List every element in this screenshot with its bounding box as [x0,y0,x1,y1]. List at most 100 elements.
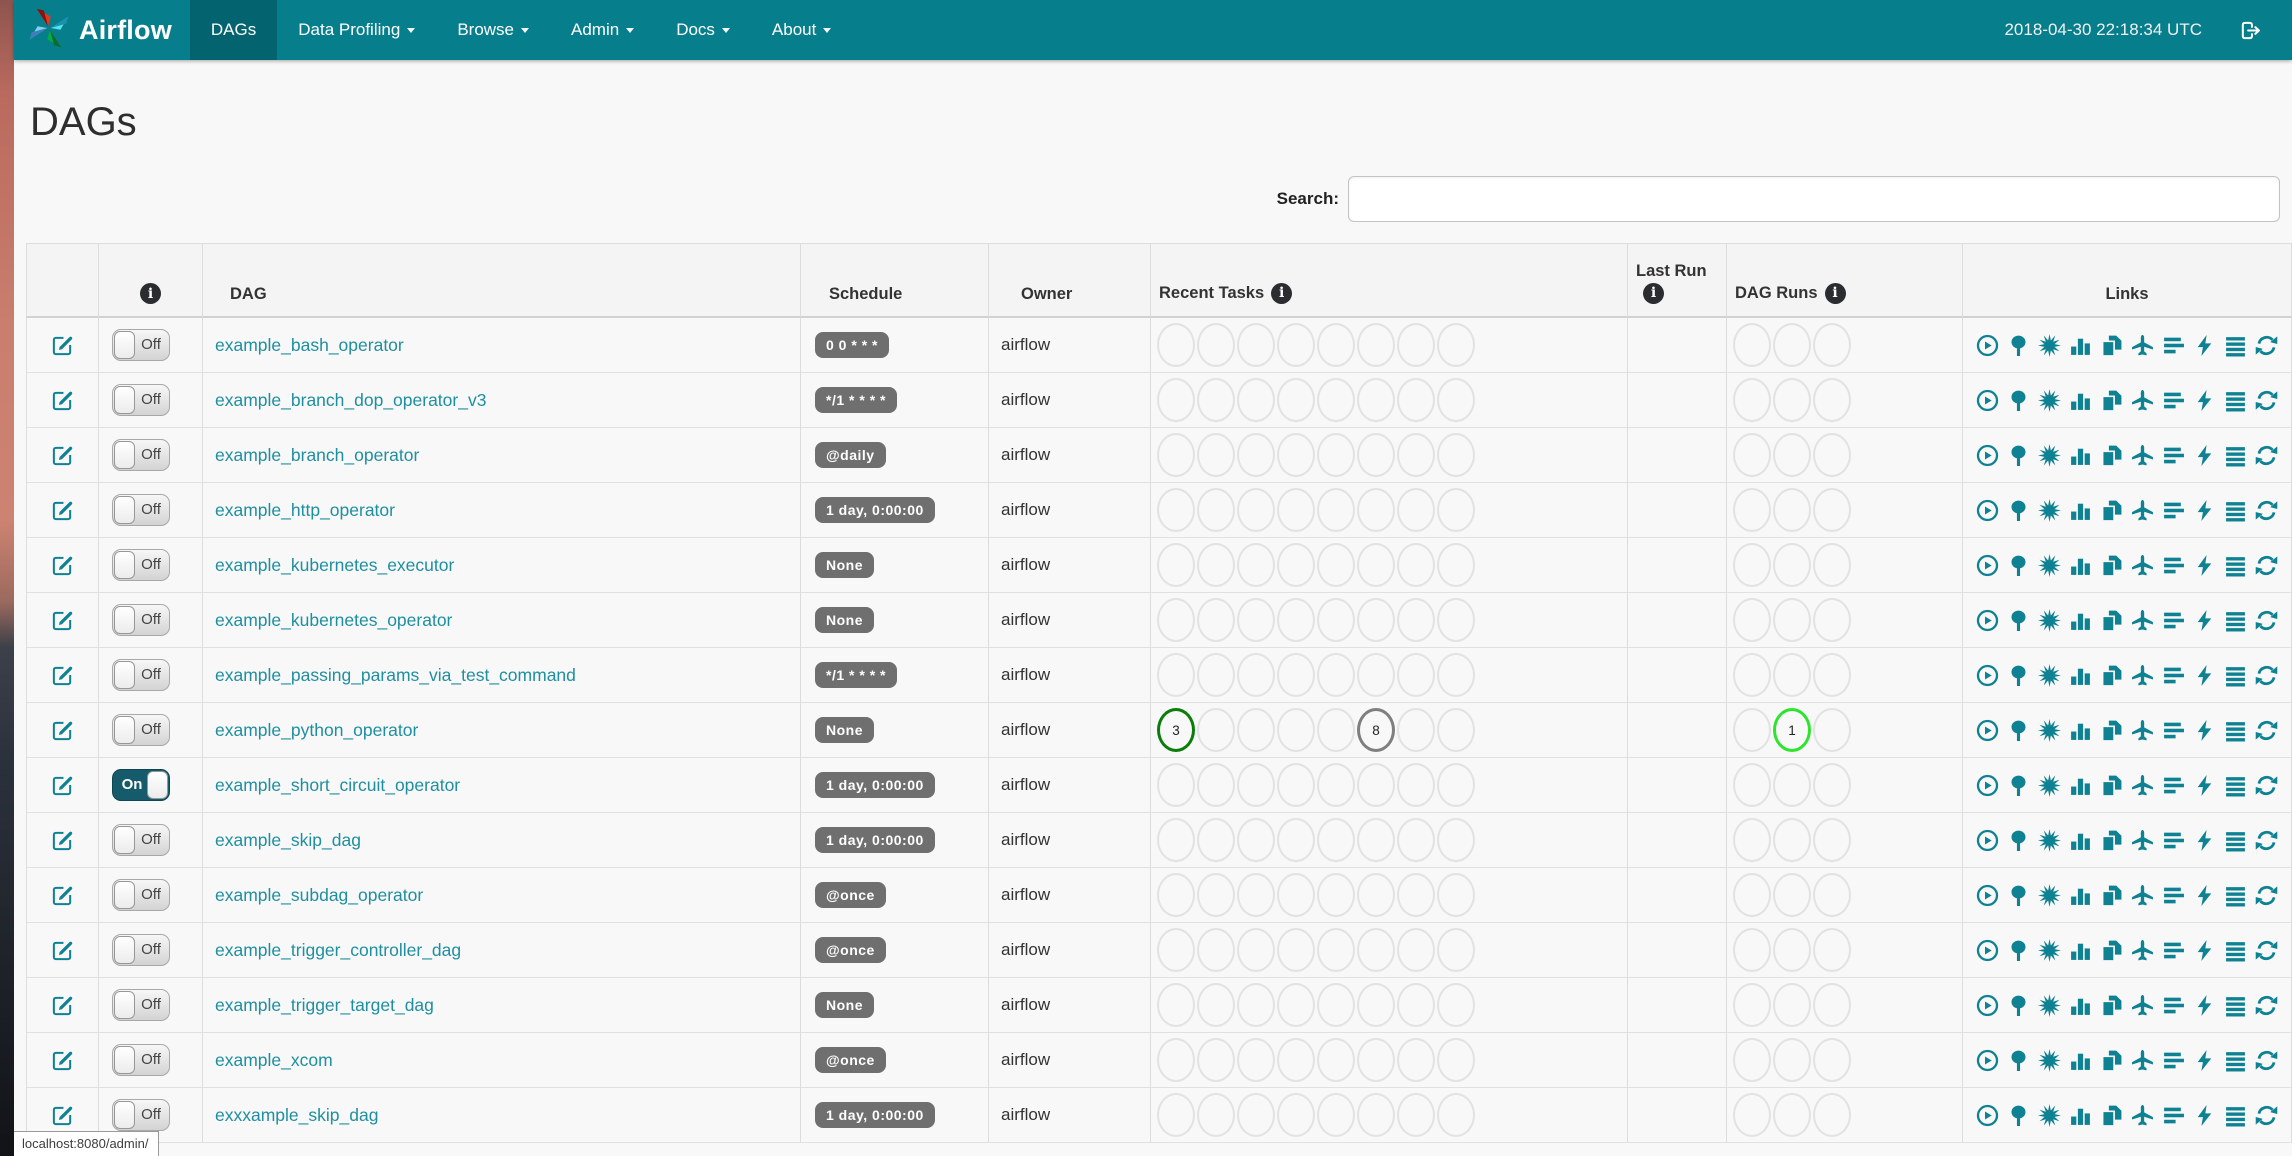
state-circle[interactable] [1277,983,1315,1027]
state-circle-running[interactable]: 1 [1773,708,1811,752]
tree-view-icon[interactable] [2006,773,2030,797]
state-circle[interactable] [1813,598,1851,642]
state-circle[interactable] [1357,928,1395,972]
schedule-badge[interactable]: None [815,716,874,744]
state-circle[interactable] [1157,1093,1195,1137]
state-circle[interactable] [1397,928,1435,972]
tree-view-icon[interactable] [2006,938,2030,962]
info-icon[interactable]: i [1643,283,1664,304]
header-dag-runs[interactable]: DAG Runs i [1726,243,1962,318]
dag-pause-toggle[interactable]: Off [112,384,170,416]
state-circle[interactable] [1357,1093,1395,1137]
state-circle[interactable] [1317,708,1355,752]
state-circle[interactable] [1397,543,1435,587]
logs-icon[interactable] [2223,608,2247,632]
dag-link[interactable]: example_short_circuit_operator [215,775,460,796]
state-circle[interactable] [1733,928,1771,972]
state-circle[interactable] [1237,433,1275,477]
task-tries-icon[interactable] [2099,663,2123,687]
edit-dag-icon[interactable] [51,883,75,907]
sign-out-icon[interactable] [2238,18,2262,42]
state-circle[interactable] [1813,543,1851,587]
state-circle[interactable] [1397,873,1435,917]
schedule-badge[interactable]: @once [815,881,886,909]
graph-view-icon[interactable] [2037,993,2061,1017]
state-circle[interactable] [1397,378,1435,422]
tree-view-icon[interactable] [2006,828,2030,852]
state-circle[interactable] [1157,488,1195,532]
state-circle[interactable] [1277,433,1315,477]
state-circle[interactable] [1733,653,1771,697]
state-circle[interactable] [1277,763,1315,807]
state-circle[interactable] [1733,598,1771,642]
gantt-view-icon[interactable] [2161,553,2185,577]
task-tries-icon[interactable] [2099,608,2123,632]
state-circle[interactable] [1357,983,1395,1027]
state-circle[interactable] [1357,433,1395,477]
graph-view-icon[interactable] [2037,608,2061,632]
state-circle[interactable] [1237,983,1275,1027]
state-circle[interactable] [1157,818,1195,862]
edit-dag-icon[interactable] [51,993,75,1017]
state-circle[interactable] [1277,543,1315,587]
state-circle[interactable] [1733,818,1771,862]
state-circle[interactable] [1157,378,1195,422]
refresh-icon[interactable] [2254,498,2278,522]
task-tries-icon[interactable] [2099,718,2123,742]
landing-times-icon[interactable] [2130,443,2154,467]
state-circle[interactable] [1357,653,1395,697]
state-circle-queued[interactable]: 8 [1357,708,1395,752]
task-duration-icon[interactable] [2068,1103,2092,1127]
state-circle[interactable] [1773,763,1811,807]
task-tries-icon[interactable] [2099,388,2123,412]
dag-link[interactable]: example_kubernetes_operator [215,610,452,631]
trigger-dag-icon[interactable] [1975,498,1999,522]
state-circle[interactable] [1157,433,1195,477]
refresh-icon[interactable] [2254,938,2278,962]
task-tries-icon[interactable] [2099,1103,2123,1127]
logs-icon[interactable] [2223,1103,2247,1127]
state-circle[interactable] [1437,928,1475,972]
state-circle[interactable] [1157,543,1195,587]
code-view-icon[interactable] [2192,333,2216,357]
state-circle[interactable] [1813,708,1851,752]
info-icon[interactable]: i [1271,283,1293,304]
trigger-dag-icon[interactable] [1975,1048,1999,1072]
state-circle[interactable] [1813,763,1851,807]
logs-icon[interactable] [2223,773,2247,797]
state-circle[interactable] [1397,598,1435,642]
info-icon[interactable]: i [140,283,161,304]
landing-times-icon[interactable] [2130,663,2154,687]
task-duration-icon[interactable] [2068,498,2092,522]
state-circle[interactable] [1277,653,1315,697]
nav-item-data-profiling[interactable]: Data Profiling [277,0,436,60]
dag-pause-toggle[interactable]: Off [112,1099,170,1131]
state-circle[interactable] [1397,708,1435,752]
landing-times-icon[interactable] [2130,608,2154,632]
tree-view-icon[interactable] [2006,333,2030,357]
dag-link[interactable]: example_branch_dop_operator_v3 [215,390,486,411]
state-circle[interactable] [1197,543,1235,587]
dag-link[interactable]: example_trigger_target_dag [215,995,434,1016]
state-circle[interactable] [1157,983,1195,1027]
state-circle[interactable] [1317,763,1355,807]
header-schedule[interactable]: Schedule [800,243,988,318]
code-view-icon[interactable] [2192,773,2216,797]
code-view-icon[interactable] [2192,938,2216,962]
landing-times-icon[interactable] [2130,1048,2154,1072]
dag-pause-toggle[interactable]: Off [112,439,170,471]
dag-link[interactable]: example_skip_dag [215,830,361,851]
edit-dag-icon[interactable] [51,718,75,742]
task-duration-icon[interactable] [2068,883,2092,907]
state-circle[interactable] [1437,708,1475,752]
logs-icon[interactable] [2223,883,2247,907]
tree-view-icon[interactable] [2006,883,2030,907]
dag-pause-toggle[interactable]: Off [112,659,170,691]
state-circle[interactable] [1277,378,1315,422]
trigger-dag-icon[interactable] [1975,388,1999,412]
state-circle[interactable] [1773,543,1811,587]
edit-dag-icon[interactable] [51,498,75,522]
graph-view-icon[interactable] [2037,443,2061,467]
refresh-icon[interactable] [2254,443,2278,467]
state-circle[interactable] [1813,488,1851,532]
